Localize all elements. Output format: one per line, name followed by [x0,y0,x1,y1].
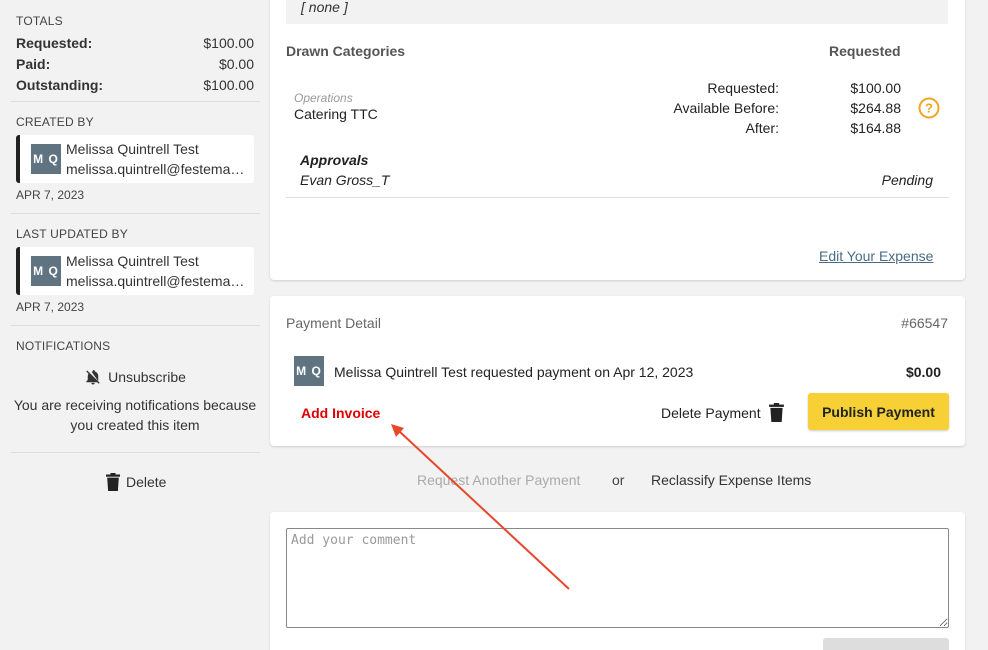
annotation-arrow [391,424,570,590]
